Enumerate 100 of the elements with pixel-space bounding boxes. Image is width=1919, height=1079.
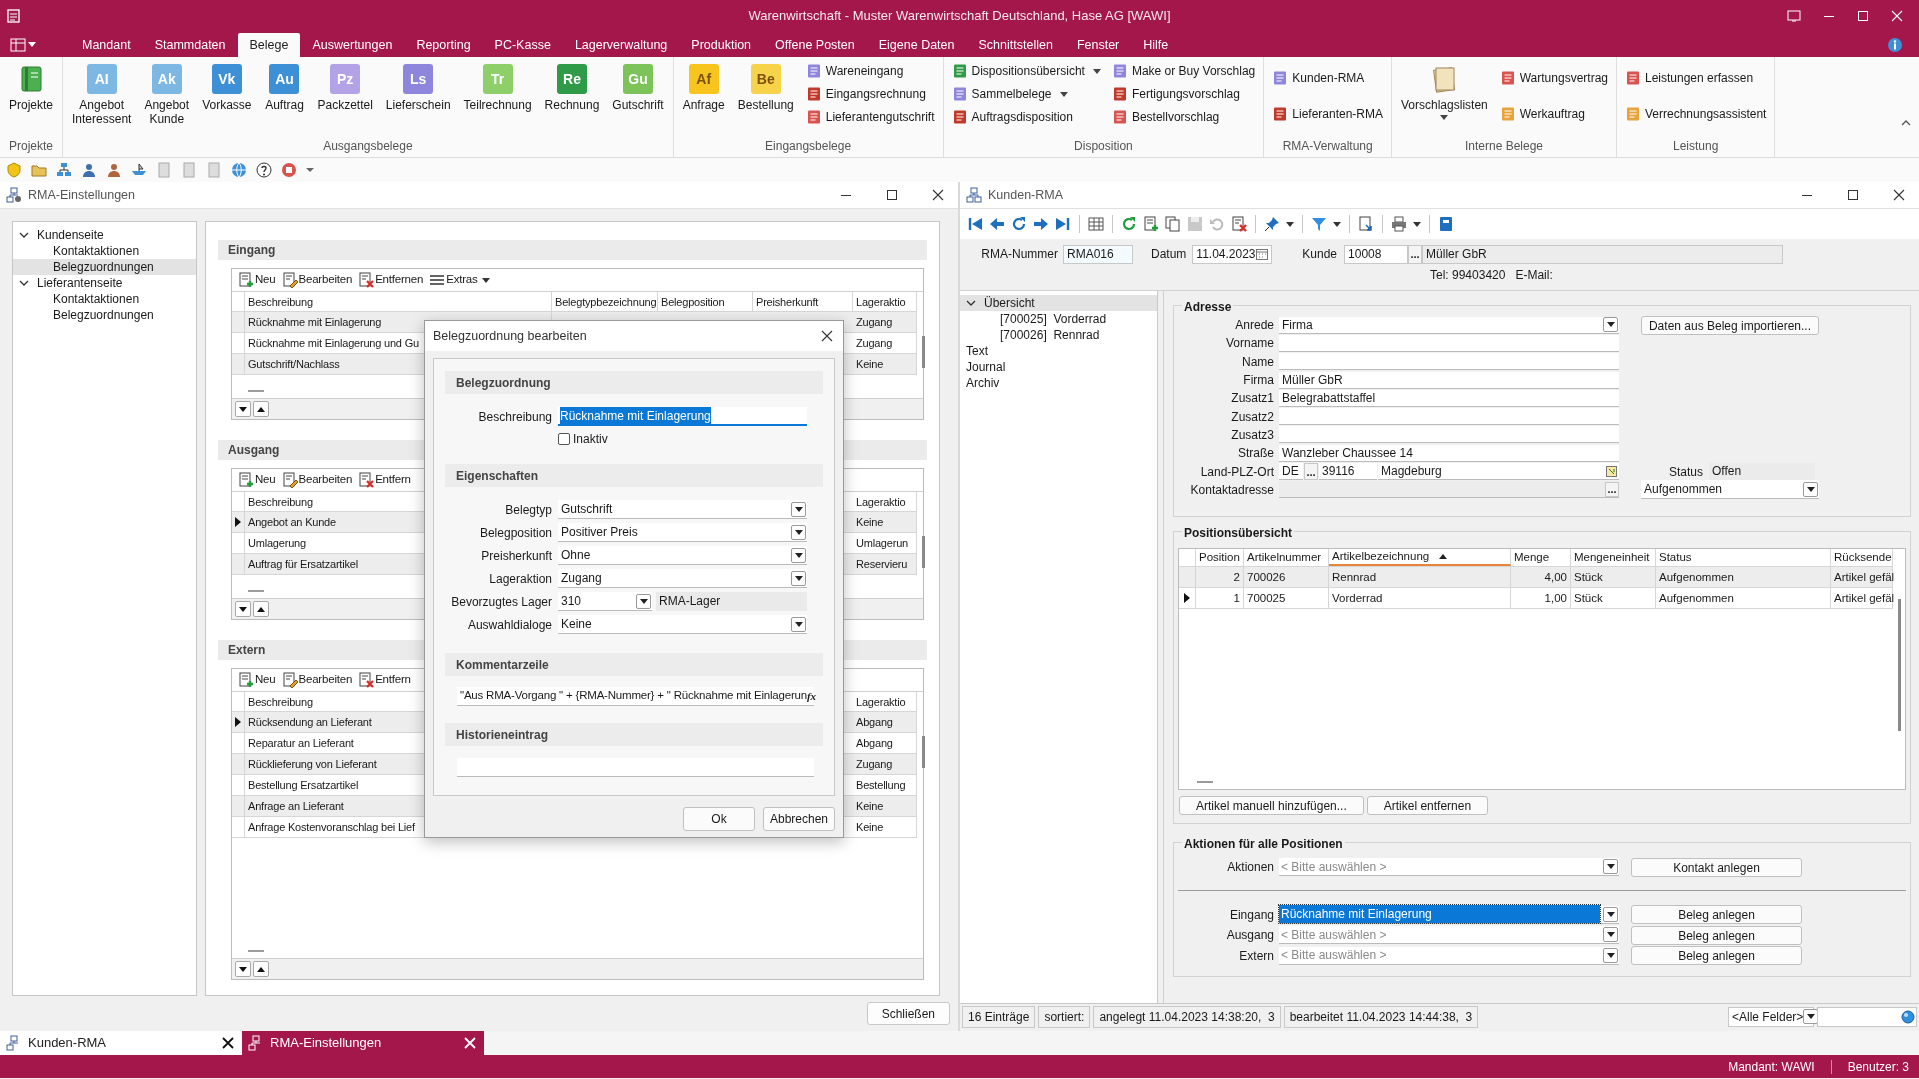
maximize-icon[interactable] [1847,189,1859,201]
text-field[interactable] [1279,426,1619,444]
select-field[interactable]: < Bitte auswählen > [1279,926,1619,945]
ribbon-button[interactable]: Pz Packzettel [311,60,379,136]
city-field[interactable]: Magdeburg [1378,463,1619,480]
delete-document-icon[interactable] [1231,216,1247,232]
ribbon-button[interactable]: Wareneingang [802,60,938,82]
display-icon[interactable] [1787,10,1801,22]
text-field[interactable] [1279,353,1619,371]
ribbon-button[interactable]: Bestellvorschlag [1108,106,1259,128]
ribbon-button[interactable]: Tr Teilrechnung [457,60,538,136]
refresh-icon[interactable] [1121,216,1137,232]
menu-tab[interactable]: Eigene Daten [866,33,967,57]
menu-tab[interactable]: Lagerverwaltung [562,33,680,57]
collapse-icon[interactable] [1901,119,1911,127]
column-header[interactable]: Menge [1511,549,1571,566]
dropdown-button[interactable] [791,547,806,563]
toolbar-button[interactable]: Entfern [356,670,413,690]
ribbon-button[interactable]: Re Rechnung [538,60,606,136]
text-field[interactable] [1279,334,1619,352]
ribbon-button[interactable]: Werkauftrag [1496,103,1611,125]
action-button[interactable]: Artikel entfernen [1366,796,1489,815]
menu-tab[interactable]: Offene Posten [763,33,867,57]
create-button[interactable]: Beleg anlegen [1631,925,1802,945]
dropdown-button[interactable] [1603,859,1618,875]
move-down-button[interactable] [235,961,251,977]
book-icon[interactable] [1438,216,1454,232]
text-field[interactable]: Belegrabattstaffel [1279,389,1619,407]
customer-name-field[interactable]: Müller GbR [1422,244,1784,264]
select-field[interactable]: Firma [1279,316,1619,334]
tree-item[interactable]: Lieferantenseite [13,275,196,291]
person-icon[interactable] [81,162,97,178]
toolbar-button[interactable]: Neu [236,270,278,290]
select-field[interactable]: Gutschrift [558,500,807,519]
menu-tab[interactable]: Auswertungen [300,33,405,57]
ribbon-button[interactable]: Leistungen erfassen [1622,67,1770,89]
dropdown-button[interactable] [1603,927,1618,943]
column-header[interactable]: Status [1656,549,1831,566]
tree-item[interactable]: Archiv [960,375,1158,391]
country-field[interactable]: DE [1279,463,1303,480]
toolbar-button[interactable]: Neu [236,670,278,690]
close-button[interactable]: Schließen [866,1002,950,1025]
ribbon-button[interactable]: Fertigungsvorschlag [1108,83,1259,105]
dropdown-button[interactable] [791,524,806,540]
person-icon[interactable] [106,162,122,178]
select-field[interactable]: Rücknahme mit Einlagerung [1279,905,1619,924]
toolbar-button[interactable]: Extras [427,270,492,290]
copy-icon[interactable] [1165,216,1181,232]
tree-item[interactable]: Belegzuordnungen [13,259,196,275]
dropdown-button[interactable] [1603,906,1618,922]
tree-item[interactable]: Kundenseite [13,227,196,243]
tree-item[interactable]: Belegzuordnungen [13,307,196,323]
menu-tab[interactable]: Schnittstellen [966,33,1065,57]
dialog-button[interactable]: Ok [683,807,755,831]
select-field[interactable]: Ohne [558,546,807,565]
date-field[interactable]: 11.04.2023 [1192,244,1273,264]
scrollbar-thumb[interactable] [921,536,925,568]
ribbon-button[interactable]: Gu Gutschrift [606,60,670,136]
toolbar-button[interactable]: Bearbeiten [279,270,355,290]
help-icon[interactable] [256,162,272,178]
menu-tab[interactable]: Fenster [1064,33,1132,57]
stop-icon[interactable] [281,162,297,178]
toolbar-button[interactable]: Entfern [356,470,413,490]
lookup-button[interactable]: ... [1304,463,1318,480]
move-up-button[interactable] [253,961,269,977]
column-header[interactable]: Mengeneinheit [1571,549,1656,566]
filter-icon[interactable] [1311,216,1327,232]
menu-tab[interactable]: Produktion [679,33,764,57]
ribbon-button[interactable]: Lieferantengutschrift [802,106,938,128]
chevron-icon[interactable] [19,278,29,288]
menu-tab[interactable]: Hilfe [1131,33,1181,57]
maximize-icon[interactable] [886,189,898,201]
close-icon[interactable] [821,330,833,342]
table-icon[interactable] [1088,216,1104,232]
move-up-button[interactable] [253,601,269,617]
column-header[interactable]: Position [1196,549,1244,566]
create-button[interactable]: Beleg anlegen [1631,946,1802,966]
select-field[interactable]: 310 [558,592,652,611]
last-icon[interactable] [1055,216,1071,232]
forward-icon[interactable] [1033,216,1049,232]
network-icon[interactable] [56,162,72,178]
text-field[interactable] [1279,408,1619,426]
text-field[interactable]: Müller GbR [1279,371,1619,389]
add-document-icon[interactable] [1143,216,1159,232]
lookup-button[interactable]: ... [1408,244,1423,264]
formula-button[interactable]: fx [806,688,817,704]
folder-icon[interactable] [31,162,47,178]
scrollbar-thumb[interactable] [921,736,925,768]
dropdown-button[interactable] [1603,947,1618,963]
first-icon[interactable] [967,216,983,232]
customer-number-field[interactable]: 10008 [1344,244,1409,264]
ribbon-button[interactable]: Verrechnungsassistent [1622,103,1770,125]
create-button[interactable]: Beleg anlegen [1631,905,1802,925]
ribbon-button[interactable]: Kunden-RMA [1269,67,1386,89]
dropdown-button[interactable] [791,570,806,586]
chevron-icon[interactable] [19,230,29,240]
tree-item[interactable]: Text [960,343,1158,359]
ribbon-button[interactable]: Dispositionsübersicht [948,60,1104,82]
column-header[interactable]: Rücksende [1831,549,1893,566]
column-header[interactable]: Artikelnummer [1244,549,1329,566]
